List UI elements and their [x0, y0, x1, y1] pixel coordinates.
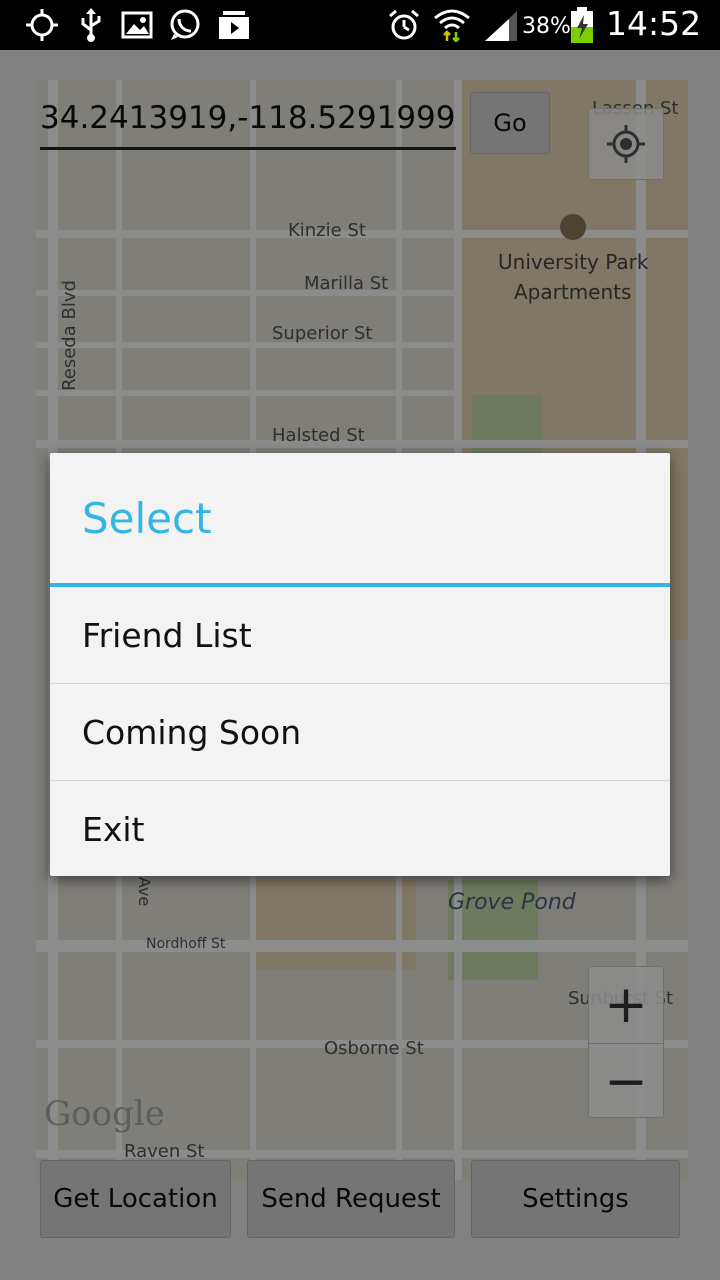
dialog-item-friend-list[interactable]: Friend List	[50, 587, 670, 684]
dialog-title: Select	[82, 493, 212, 543]
dialog-item-coming-soon[interactable]: Coming Soon	[50, 684, 670, 781]
image-icon	[120, 8, 154, 42]
battery-percent: 38%	[522, 14, 571, 39]
signal-icon	[482, 8, 520, 42]
select-dialog: Select Friend List Coming Soon Exit	[50, 453, 670, 876]
battery-charging-icon	[568, 7, 596, 43]
alarm-icon	[386, 8, 422, 42]
gps-icon	[24, 8, 60, 42]
media-upload-icon	[216, 8, 252, 42]
status-bar: 38% 14:52	[0, 0, 720, 50]
usb-icon	[76, 8, 106, 42]
wifi-icon	[432, 8, 472, 42]
clock: 14:52	[606, 4, 702, 43]
dialog-item-exit[interactable]: Exit	[50, 781, 670, 878]
whatsapp-icon	[166, 8, 204, 42]
